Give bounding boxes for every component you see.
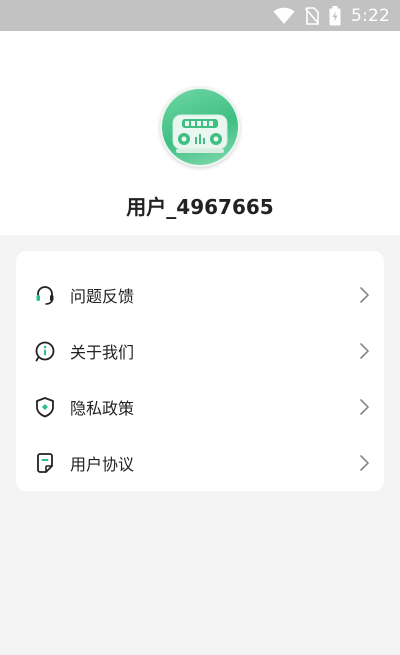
document-icon: [34, 452, 56, 474]
chevron-right-icon: [358, 286, 370, 304]
profile-header: 用户_4967665: [0, 31, 400, 235]
menu-item-label: 关于我们: [70, 343, 135, 362]
chevron-right-icon: [358, 342, 370, 360]
no-sim-icon: [305, 6, 320, 25]
menu-item-feedback[interactable]: 问题反馈: [16, 267, 384, 323]
battery-charging-icon: [329, 5, 341, 26]
username: 用户_4967665: [126, 195, 274, 219]
menu-card: 问题反馈 关于我们 隐私政策 用户协议: [16, 251, 384, 491]
menu-item-about-us[interactable]: 关于我们: [16, 323, 384, 379]
chevron-right-icon: [358, 454, 370, 472]
menu-item-label: 用户协议: [70, 455, 135, 474]
menu-item-privacy-policy[interactable]: 隐私政策: [16, 379, 384, 435]
headset-icon: [34, 284, 56, 306]
chevron-right-icon: [358, 398, 370, 416]
status-time: 5:22: [351, 5, 390, 26]
menu-item-label: 隐私政策: [70, 399, 135, 418]
radio-avatar-icon: [162, 89, 238, 165]
shield-icon: [34, 396, 56, 418]
menu-item-label: 问题反馈: [70, 287, 135, 306]
status-bar: 5:22: [0, 0, 400, 31]
info-icon: [34, 340, 56, 362]
wifi-icon: [273, 7, 295, 25]
menu-item-user-agreement[interactable]: 用户协议: [16, 435, 384, 491]
avatar[interactable]: [160, 87, 240, 167]
